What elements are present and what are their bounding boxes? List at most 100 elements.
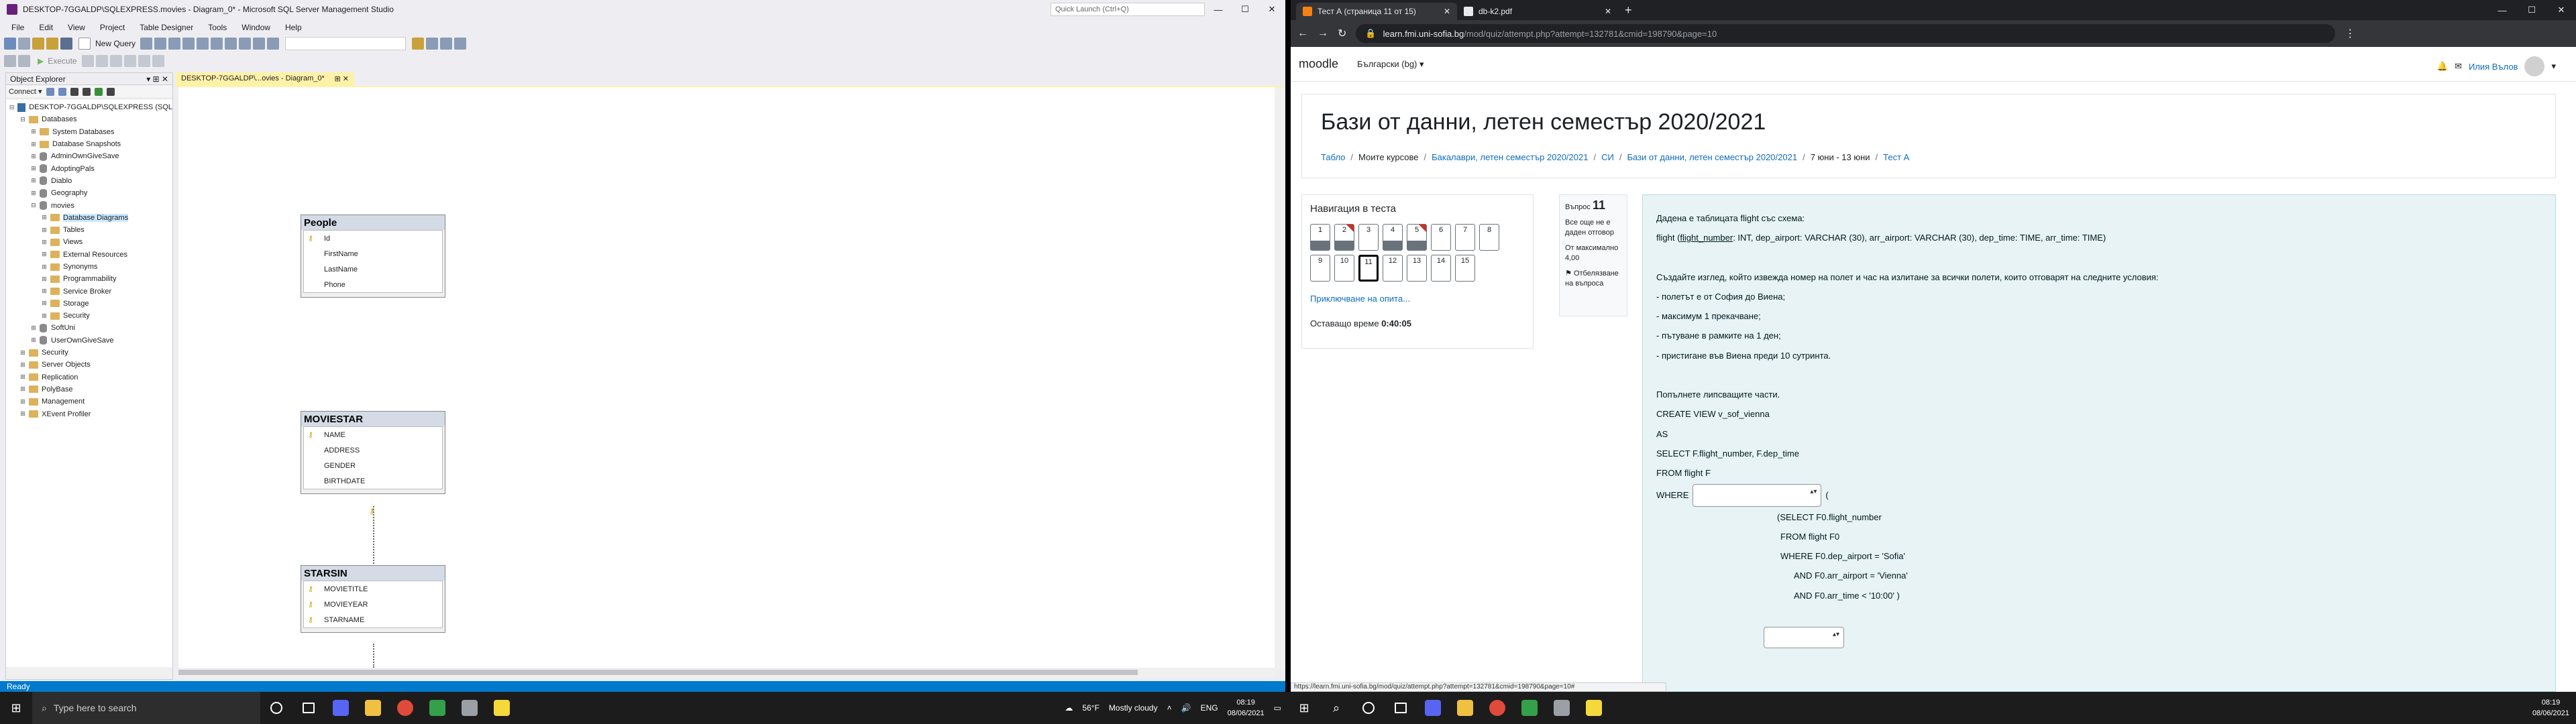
maximize-icon[interactable]: ☐: [1232, 0, 1258, 19]
question-button-5[interactable]: 5: [1407, 224, 1427, 251]
tree-item[interactable]: ⊞ AdminOwnGiveSave: [6, 150, 172, 162]
relationship-line[interactable]: [373, 506, 374, 575]
moodle-logo[interactable]: moodle: [1299, 57, 1338, 71]
new-tab-icon[interactable]: +: [1618, 3, 1639, 20]
windows-start-icon[interactable]: ⊞: [1288, 701, 1320, 715]
dmx-query-icon[interactable]: [168, 38, 181, 50]
windows-start-icon[interactable]: ⊞: [0, 701, 32, 715]
filter-settings-icon[interactable]: [82, 87, 91, 96]
comment-icon[interactable]: [138, 55, 150, 67]
tree-item[interactable]: ⊞ Geography: [6, 187, 172, 199]
expand-icon[interactable]: ⊞: [41, 214, 48, 221]
ssms-taskbar-icon[interactable]: [453, 692, 486, 724]
notifications-icon[interactable]: 🔔: [2437, 61, 2448, 72]
connect-icon[interactable]: [46, 87, 54, 96]
paste-icon[interactable]: [225, 38, 237, 50]
clock[interactable]: 08:19 08/06/2021: [2532, 697, 2569, 719]
question-button-1[interactable]: 1: [1310, 224, 1330, 251]
forward-icon[interactable]: →: [1318, 27, 1328, 40]
expand-icon[interactable]: ⊞: [30, 165, 37, 172]
taskbar-search[interactable]: ⌕ Type here to search: [32, 692, 260, 724]
table-column[interactable]: BIRTHDATE: [304, 473, 442, 489]
weather-temp[interactable]: 56°F: [1082, 703, 1099, 713]
url-bar[interactable]: 🔒 learn.fmi.uni-sofia.bg/mod/quiz/attemp…: [1356, 24, 2336, 43]
tree-item[interactable]: ⊞ Replication: [6, 371, 172, 383]
expand-icon[interactable]: ⊞: [41, 288, 48, 295]
expand-icon[interactable]: ⊞: [19, 361, 26, 369]
app-icon-green[interactable]: [421, 692, 453, 724]
filter-icon[interactable]: [18, 55, 30, 67]
expand-icon[interactable]: ⊞: [19, 410, 26, 418]
tree-item[interactable]: ⊞ Server Objects: [6, 359, 172, 371]
question-button-4[interactable]: 4: [1383, 224, 1403, 251]
user-name[interactable]: Илия Вълов: [2469, 62, 2518, 72]
copy-icon[interactable]: [211, 38, 223, 50]
expand-icon[interactable]: ⊞: [19, 385, 26, 393]
expand-icon[interactable]: ⊞: [41, 276, 48, 283]
expand-icon[interactable]: ⊞: [19, 398, 26, 406]
breadcrumb-item[interactable]: Тест А: [1883, 152, 1909, 162]
expand-icon[interactable]: ⊞: [30, 153, 37, 160]
search-icon[interactable]: ⌕: [1320, 692, 1352, 724]
discord-icon[interactable]: [325, 692, 357, 724]
menu-item-help[interactable]: Help: [278, 23, 309, 32]
reload-icon[interactable]: ↻: [1338, 27, 1346, 40]
new-query-button[interactable]: New Query: [78, 38, 138, 50]
maximize-icon[interactable]: ☐: [2517, 0, 2546, 20]
menu-item-table-designer[interactable]: Table Designer: [132, 23, 201, 32]
tree-item[interactable]: ⊞ UserOwnGiveSave: [6, 335, 172, 347]
table-column[interactable]: FirstName: [304, 246, 442, 261]
question-button-9[interactable]: 9: [1310, 255, 1330, 282]
question-button-2[interactable]: 2: [1334, 224, 1354, 251]
menu-item-project[interactable]: Project: [93, 23, 132, 32]
breadcrumb-item[interactable]: Табло: [1321, 152, 1345, 162]
open-file-icon[interactable]: [46, 38, 58, 50]
table-people[interactable]: People ⚷ Id FirstName LastName Phone: [301, 215, 445, 298]
back-icon[interactable]: ←: [1297, 27, 1308, 40]
tree-item[interactable]: ⊞ Security: [6, 310, 172, 322]
table-column[interactable]: ⚷ STARNAME: [304, 612, 442, 627]
expand-icon[interactable]: ⊞: [41, 300, 48, 307]
expand-icon[interactable]: ⊞: [30, 324, 37, 332]
file-explorer-icon[interactable]: [1449, 692, 1481, 724]
tree-item[interactable]: ⊞ AdoptingPals: [6, 162, 172, 174]
expand-icon[interactable]: ⊞: [41, 239, 48, 246]
tree-item[interactable]: ⊞ External Resources: [6, 249, 172, 261]
expand-icon[interactable]: ⊞: [41, 251, 48, 258]
question-button-3[interactable]: 3: [1358, 224, 1379, 251]
file-explorer-icon[interactable]: [357, 692, 389, 724]
menu-item-view[interactable]: View: [60, 23, 93, 32]
avatar[interactable]: [2524, 56, 2545, 76]
tools-icon[interactable]: [454, 38, 467, 50]
browser-tab[interactable]: db-k2.pdf ✕: [1457, 3, 1618, 20]
weather-icon[interactable]: ☁: [1065, 703, 1073, 713]
redo-icon[interactable]: [253, 38, 266, 50]
indent-icon[interactable]: [152, 55, 164, 67]
close-icon[interactable]: ✕: [2546, 0, 2576, 20]
table-column[interactable]: ⚷ NAME: [304, 427, 442, 442]
answer-dropdown-2[interactable]: [1764, 627, 1844, 649]
available-db-icon[interactable]: [4, 55, 16, 67]
chevron-down-icon[interactable]: ▾: [2551, 61, 2556, 72]
close-tab-icon[interactable]: ✕: [1444, 7, 1450, 16]
filter-icon[interactable]: [70, 87, 78, 96]
app-icon-green[interactable]: [1513, 692, 1546, 724]
expand-icon[interactable]: ⊞: [30, 337, 37, 344]
clock[interactable]: 08:19 08/06/2021: [1228, 697, 1265, 719]
tree-item[interactable]: ⊞ System Databases: [6, 126, 172, 138]
quick-launch-input[interactable]: Quick Launch (Ctrl+Q): [1051, 3, 1205, 16]
task-view-icon[interactable]: [1385, 692, 1417, 724]
close-tab-icon[interactable]: ⊞ ✕: [335, 74, 350, 84]
results-icon[interactable]: [123, 55, 136, 67]
expand-icon[interactable]: ⊞: [19, 349, 26, 357]
expand-icon[interactable]: ⊞: [41, 312, 48, 320]
question-button-8[interactable]: 8: [1479, 224, 1499, 251]
new-project-icon[interactable]: [32, 38, 44, 50]
sticky-notes-icon[interactable]: [486, 692, 518, 724]
discord-icon[interactable]: [1417, 692, 1449, 724]
menu-item-window[interactable]: Window: [234, 23, 278, 32]
tree-item[interactable]: ⊟ DESKTOP-7GGALDP\SQLEXPRESS (SQL: [6, 101, 172, 113]
disconnect-icon[interactable]: [58, 87, 66, 96]
back-icon[interactable]: [4, 38, 16, 50]
tree-scrollbar[interactable]: [6, 667, 172, 679]
